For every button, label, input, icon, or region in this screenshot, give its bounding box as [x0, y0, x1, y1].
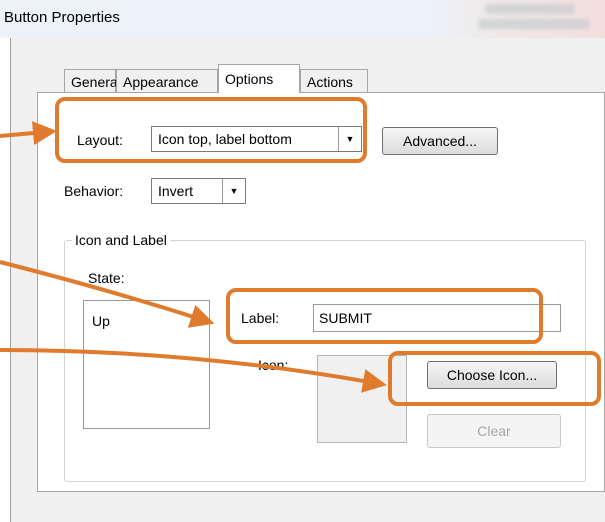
callout-arrow-icon [0, 348, 387, 393]
callout-arrow-icon [0, 260, 215, 328]
callout-arrows [0, 121, 387, 393]
callout-arrow-icon [0, 121, 57, 146]
